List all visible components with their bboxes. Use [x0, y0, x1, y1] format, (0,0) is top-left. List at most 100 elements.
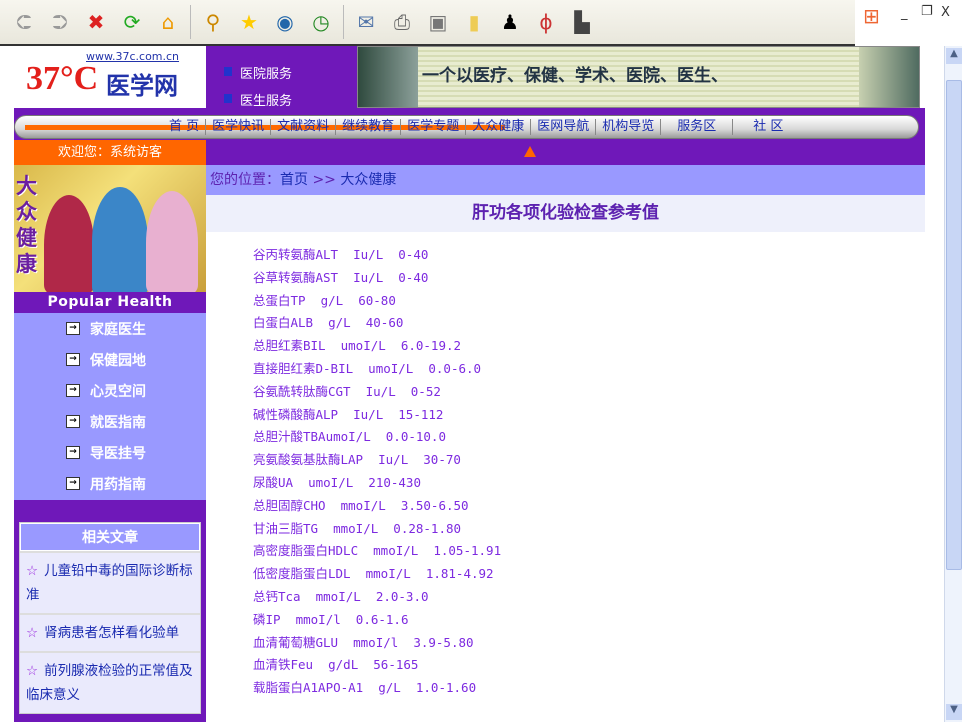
reference-value-item: 总钙Tca mmoI/L 2.0-3.0	[253, 588, 429, 604]
sidebar-item-medical-guide[interactable]: → 就医指南	[14, 406, 206, 437]
arrow-box-icon: →	[66, 322, 80, 335]
reference-value-item: 谷丙转氨酶ALT Iu/L 0-40	[253, 247, 429, 262]
forward-icon[interactable]: ⮊	[46, 8, 74, 36]
star-icon: ☆	[26, 663, 39, 679]
close-button[interactable]: X	[941, 5, 950, 20]
reference-value-item: 总蛋白TP g/L 60-80	[253, 292, 396, 308]
breadcrumb-current[interactable]: 大众健康	[340, 172, 396, 188]
related-article-label: 儿童铅中毒的国际诊断标准	[26, 563, 193, 603]
service-doctor[interactable]: 医生服务	[224, 90, 292, 109]
nav-education[interactable]: 继续教育	[336, 119, 402, 135]
reference-value-item: 总胆固醇CHO mmoI/L 3.50-6.50	[253, 497, 469, 513]
reference-value-item: 白蛋白ALB g/L 40-60	[253, 315, 404, 331]
nav-services[interactable]: 服务区	[661, 119, 734, 135]
reference-value-item: 载脂蛋白A1APO-A1 g/L 1.0-1.60	[253, 680, 477, 696]
media-icon[interactable]: ◉	[271, 8, 299, 36]
nav-news[interactable]: 医学快讯	[206, 119, 272, 135]
sidebar-item-family-doctor[interactable]: → 家庭医生	[14, 313, 206, 344]
popular-health-caption: Popular Health	[14, 292, 206, 313]
photo-title: 大众健康	[16, 174, 37, 276]
sidebar-item-health-garden[interactable]: → 保健园地	[14, 344, 206, 375]
history-icon[interactable]: ◷	[307, 8, 335, 36]
related-article[interactable]: ☆ 儿童铅中毒的国际诊断标准	[20, 551, 200, 613]
menu-label: 导医挂号	[90, 445, 146, 462]
breadcrumb-label: 您的位置：	[210, 172, 280, 188]
window-controls: ⊞ _ ❐ X	[855, 0, 962, 46]
arrow-box-icon: →	[66, 415, 80, 428]
refresh-icon[interactable]: ⟳	[118, 8, 146, 36]
reference-value-item: 总胆汁酸TBAumoI/L 0.0-10.0	[253, 429, 446, 445]
edit-icon[interactable]: ▣	[424, 8, 452, 36]
reference-value-item: 磷IP mmoI/l 0.6-1.6	[253, 611, 409, 627]
tool-icon[interactable]: ϕ	[532, 8, 560, 36]
breadcrumb-home[interactable]: 首页	[280, 172, 308, 188]
service-menu: 医院服务 医生服务	[206, 46, 357, 115]
page-title: 肝功各项化验检查参考值	[206, 195, 925, 232]
logo-name: 医学网	[106, 72, 178, 100]
nav-public-health[interactable]: 大众健康	[466, 119, 532, 135]
restore-button[interactable]: ❐	[921, 4, 933, 19]
banner-image	[358, 47, 418, 107]
breadcrumb: 您的位置：首页 >> 大众健康	[206, 165, 925, 195]
bullet-icon	[224, 94, 232, 103]
star-icon: ☆	[26, 563, 39, 579]
menu-label: 家庭医生	[90, 321, 146, 338]
arrow-box-icon: →	[66, 446, 80, 459]
vertical-scrollbar[interactable]: ▲ ▼	[944, 46, 962, 722]
reference-value-item: 碱性磷酸酶ALP Iu/L 15-112	[253, 406, 444, 422]
sidebar-menu: → 家庭医生 → 保健园地 → 心灵空间 → 就医指南 → 导医挂号 → 用药指南	[14, 313, 206, 500]
popular-health-image: 大众健康	[14, 165, 206, 292]
banner-image	[859, 47, 919, 107]
note-icon[interactable]: ▮	[460, 8, 488, 36]
home-icon[interactable]: ⌂	[154, 8, 182, 36]
reference-value-item: 低密度脂蛋白LDL mmoI/L 1.81-4.92	[253, 566, 494, 582]
research-icon[interactable]: ▙	[568, 8, 596, 36]
search-icon[interactable]: ⚲	[199, 8, 227, 36]
sidebar-item-registration[interactable]: → 导医挂号	[14, 437, 206, 468]
arrow-box-icon: →	[66, 477, 80, 490]
menu-label: 心灵空间	[90, 383, 146, 400]
minimize-button[interactable]: _	[901, 6, 908, 21]
sidebar-item-drug-guide[interactable]: → 用药指南	[14, 468, 206, 499]
nav-institutions[interactable]: 机构导览	[596, 119, 662, 135]
windows-logo-icon: ⊞	[863, 4, 880, 28]
toolbar-separator	[190, 5, 191, 39]
logo-brand: 37°C	[26, 60, 99, 97]
main-nav: 首 页 医学快讯 文献资料 继续教育 医学专题 大众健康 医网导航 机构导览 服…	[14, 115, 919, 139]
reference-value-item: 亮氨酸氨基肽酶LAP Iu/L 30-70	[253, 452, 461, 468]
messenger-icon[interactable]: ♟	[496, 8, 524, 36]
related-article-label: 肾病患者怎样看化验单	[44, 625, 180, 641]
nav-topics[interactable]: 医学专题	[401, 119, 467, 135]
menu-label: 保健园地	[90, 352, 146, 369]
reference-values-list: 谷丙转氨酶ALT Iu/L 0-40 谷草转氨酶AST Iu/L 0-40 总蛋白T…	[253, 244, 501, 700]
reference-value-item: 谷氨酰转肽酶CGT Iu/L 0-52	[253, 383, 441, 399]
breadcrumb-separator: >>	[308, 172, 341, 188]
mail-icon[interactable]: ✉	[352, 8, 380, 36]
related-article[interactable]: ☆ 前列腺液检验的正常值及临床意义	[20, 651, 200, 713]
reference-value-item: 高密度脂蛋白HDLC mmoI/L 1.05-1.91	[253, 543, 502, 559]
nav-community[interactable]: 社 区	[733, 119, 803, 135]
sidebar-item-mind-space[interactable]: → 心灵空间	[14, 375, 206, 406]
related-article[interactable]: ☆ 肾病患者怎样看化验单	[20, 613, 200, 651]
nav-literature[interactable]: 文献资料	[271, 119, 337, 135]
nav-directory[interactable]: 医网导航	[531, 119, 597, 135]
print-icon[interactable]: ⎙	[388, 8, 416, 36]
bullet-icon	[224, 67, 232, 76]
reference-value-item: 直接胆红素D-BIL umoI/L 0.0-6.0	[253, 360, 482, 376]
scroll-up-button[interactable]: ▲	[946, 48, 962, 64]
scrollbar-thumb[interactable]	[946, 80, 962, 570]
scroll-down-button[interactable]: ▼	[946, 704, 962, 720]
banner: 一个以医疗、保健、学术、医院、医生、	[357, 46, 920, 108]
toolbar-separator	[343, 5, 344, 39]
active-nav-indicator-icon	[524, 146, 536, 157]
site-logo[interactable]: www.37c.com.cn 37°C 医学网	[14, 46, 206, 115]
menu-label: 就医指南	[90, 414, 146, 431]
related-articles: 相关文章 ☆ 儿童铅中毒的国际诊断标准 ☆ 肾病患者怎样看化验单 ☆ 前列腺液检验的正…	[14, 500, 206, 722]
nav-home[interactable]: 首 页	[163, 119, 207, 135]
back-icon[interactable]: ⮈	[10, 8, 38, 36]
banner-slogan: 一个以医疗、保健、学术、医院、医生、	[422, 66, 728, 86]
arrow-box-icon: →	[66, 384, 80, 397]
stop-icon[interactable]: ✖	[82, 8, 110, 36]
service-hospital[interactable]: 医院服务	[224, 63, 292, 82]
favorites-icon[interactable]: ★	[235, 8, 263, 36]
